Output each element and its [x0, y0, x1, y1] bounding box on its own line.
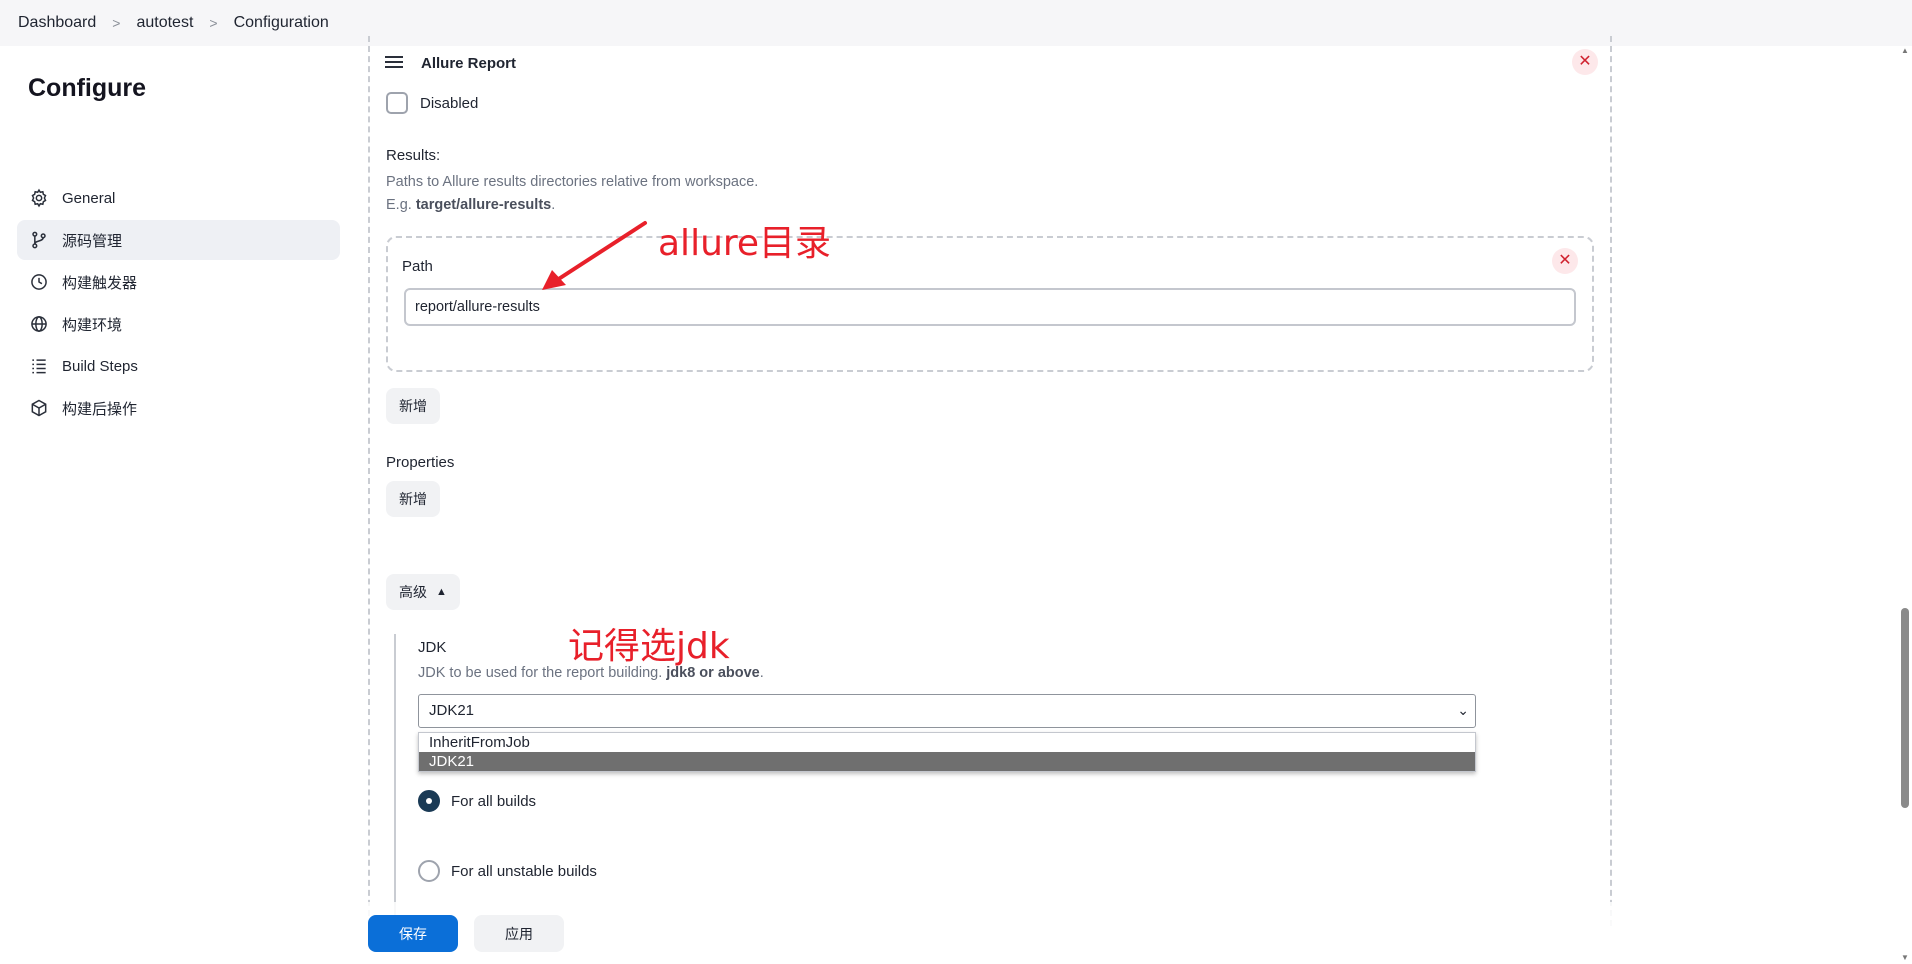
add-property-button[interactable]: 新增	[386, 481, 440, 517]
allure-report-section: Allure Report ✕ Disabled Results: Paths …	[368, 36, 1612, 926]
path-label: Path	[402, 258, 433, 275]
close-icon[interactable]: ✕	[1552, 248, 1578, 274]
sidebar-item-label: Build Steps	[62, 357, 138, 375]
advanced-label: 高级	[399, 584, 427, 600]
scrollbar-thumb[interactable]	[1901, 608, 1909, 808]
jdk-dropdown: InheritFromJob JDK21	[418, 732, 1476, 772]
list-icon	[28, 355, 50, 377]
annotation-arrow	[542, 221, 647, 290]
jdk-option[interactable]: JDK21	[419, 752, 1475, 771]
results-help: Paths to Allure results directories rela…	[386, 174, 759, 190]
chevron-up-icon: ▲	[436, 586, 447, 598]
breadcrumb-autotest[interactable]: autotest	[136, 14, 193, 32]
sidebar-item-label: General	[62, 189, 116, 207]
section-title: Allure Report	[421, 55, 517, 72]
jdk-select[interactable]: JDK21 ⌄	[418, 694, 1476, 728]
globe-icon	[28, 313, 50, 335]
sidebar-item-general[interactable]: General	[17, 178, 340, 218]
disabled-checkbox-row[interactable]: Disabled	[386, 92, 478, 114]
scroll-down-icon[interactable]: ▼	[1901, 953, 1909, 962]
chevron-down-icon: ⌄	[1457, 702, 1469, 718]
sidebar-item-label: 构建触发器	[62, 274, 138, 292]
sidebar-item-build-environment[interactable]: 构建环境	[17, 304, 340, 344]
gear-icon	[28, 187, 50, 209]
radio-label: For all unstable builds	[451, 862, 597, 880]
apply-button[interactable]: 应用	[474, 915, 564, 952]
sidebar-item-label: 源码管理	[62, 232, 123, 250]
sidebar-nav: General 源码管理 构建触发器 构建环境 Build Steps 构建后操…	[17, 178, 340, 430]
sidebar-item-build-steps[interactable]: Build Steps	[17, 346, 340, 386]
breadcrumb-configuration[interactable]: Configuration	[234, 14, 329, 32]
jdk-select-value: JDK21	[429, 702, 475, 719]
bottom-action-bar	[0, 902, 1898, 964]
radio-button[interactable]	[418, 790, 440, 812]
git-branch-icon	[28, 229, 50, 251]
path-input[interactable]: report/allure-results	[404, 288, 1576, 326]
advanced-toggle-button[interactable]: 高级 ▲	[386, 574, 460, 610]
annotation-remember-jdk: 记得选jdk	[568, 626, 730, 667]
advanced-section-border	[394, 634, 396, 924]
disabled-label: Disabled	[420, 94, 479, 112]
cube-icon	[28, 397, 50, 419]
scroll-up-icon[interactable]: ▲	[1901, 46, 1909, 55]
jdk-label: JDK	[418, 639, 447, 656]
page-title: Configure	[28, 74, 147, 102]
results-label: Results:	[386, 147, 441, 164]
section-border	[368, 36, 1612, 926]
sidebar-item-build-triggers[interactable]: 构建触发器	[17, 262, 340, 302]
drag-handle-icon[interactable]	[385, 56, 403, 72]
breadcrumb-separator: >	[112, 15, 121, 31]
jdk-option[interactable]: InheritFromJob	[419, 733, 1475, 752]
results-example: E.g. target/allure-results.	[386, 197, 556, 213]
scrollbar[interactable]: ▲ ▼	[1898, 46, 1912, 964]
disabled-checkbox[interactable]	[386, 92, 408, 114]
sidebar-item-source-control[interactable]: 源码管理	[17, 220, 340, 260]
close-icon[interactable]: ✕	[1572, 49, 1598, 75]
annotation-allure-dir: allure目录	[658, 223, 832, 264]
sidebar-item-label: 构建后操作	[62, 400, 138, 418]
breadcrumb-dashboard[interactable]: Dashboard	[18, 14, 96, 32]
properties-label: Properties	[386, 454, 455, 471]
add-path-button[interactable]: 新增	[386, 388, 440, 424]
sidebar: Configure General 源码管理 构建触发器 构建环境 Build …	[0, 46, 360, 964]
radio-unstable-builds[interactable]: For all unstable builds	[418, 860, 597, 882]
radio-button[interactable]	[418, 860, 440, 882]
sidebar-item-post-build[interactable]: 构建后操作	[17, 388, 340, 428]
clock-icon	[28, 271, 50, 293]
radio-all-builds[interactable]: For all builds	[418, 790, 536, 812]
breadcrumb-separator: >	[209, 15, 218, 31]
radio-label: For all builds	[451, 792, 537, 810]
save-button[interactable]: 保存	[368, 915, 458, 952]
sidebar-item-label: 构建环境	[62, 316, 123, 334]
